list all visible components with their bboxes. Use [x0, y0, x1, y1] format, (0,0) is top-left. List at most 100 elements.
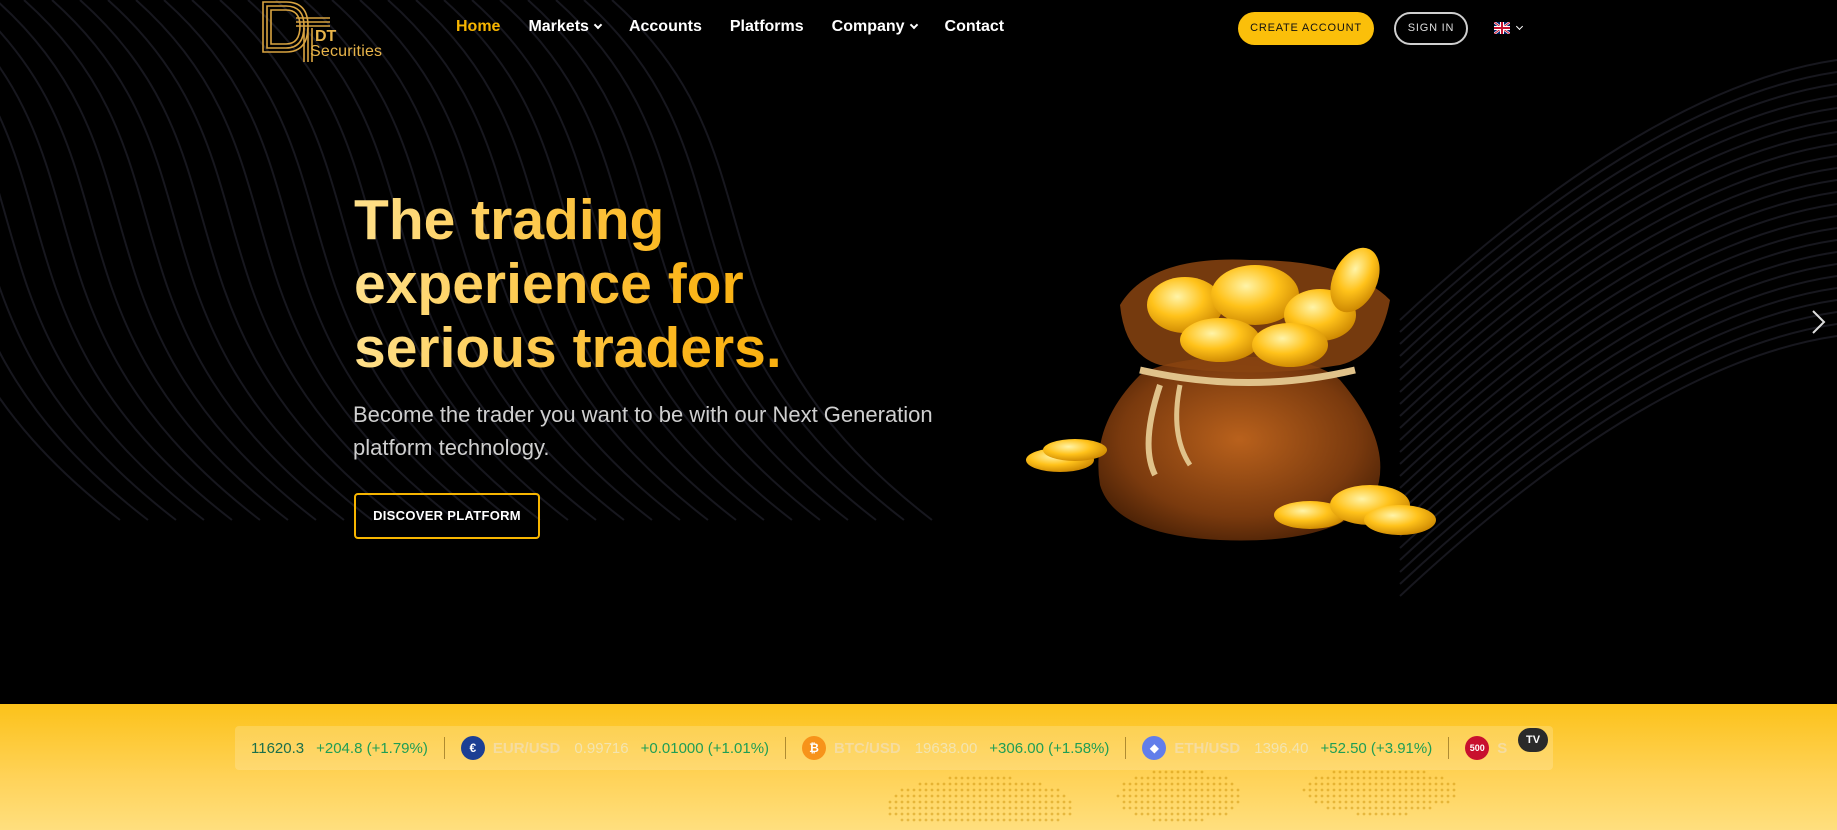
- nav-label: Markets: [528, 18, 589, 35]
- ticker-item[interactable]: ₿ BTC/USD 19638.00 +306.00 (+1.58%): [786, 726, 1125, 770]
- map-dot: [1404, 806, 1408, 810]
- map-dot: [1164, 770, 1168, 774]
- map-dot: [1338, 788, 1342, 792]
- map-dot: [1194, 818, 1198, 822]
- map-dot: [1122, 806, 1126, 810]
- nav-item-accounts[interactable]: Accounts: [629, 18, 702, 36]
- map-dot: [1146, 794, 1150, 798]
- nav-label: Accounts: [628, 18, 702, 35]
- map-dot: [1164, 806, 1168, 810]
- map-dot: [1140, 776, 1144, 780]
- map-dot: [990, 812, 994, 816]
- map-dot: [1032, 806, 1036, 810]
- map-dot: [1356, 782, 1360, 786]
- map-dot: [1338, 800, 1342, 804]
- map-dot: [1212, 788, 1216, 792]
- create-account-button[interactable]: CREATE ACCOUNT: [1238, 12, 1374, 45]
- map-dot: [942, 812, 946, 816]
- map-dot: [972, 794, 976, 798]
- map-dot: [1386, 770, 1390, 774]
- map-dot: [1308, 794, 1312, 798]
- map-dot: [1200, 776, 1204, 780]
- map-dot: [1152, 806, 1156, 810]
- map-dot: [1392, 782, 1396, 786]
- map-dot: [1362, 770, 1366, 774]
- tradingview-icon[interactable]: TV: [1518, 728, 1548, 752]
- map-dot: [1200, 794, 1204, 798]
- market-ticker[interactable]: 11620.3 +204.8 (+1.79%) € EUR/USD 0.9971…: [235, 726, 1553, 770]
- map-dot: [1428, 788, 1432, 792]
- ticker-item[interactable]: ◆ ETH/USD 1396.40 +52.50 (+3.91%): [1126, 726, 1448, 770]
- ticker-item[interactable]: 11620.3 +204.8 (+1.79%): [235, 726, 444, 770]
- ticker-change: +204.8 (+1.79%): [316, 739, 428, 757]
- map-dot: [1176, 794, 1180, 798]
- nav-label: Home: [456, 18, 501, 35]
- map-dot: [1176, 770, 1180, 774]
- map-dot: [1026, 788, 1030, 792]
- hero-headline: The trading experience for serious trade…: [354, 188, 914, 380]
- map-dot: [1224, 806, 1228, 810]
- sign-in-button[interactable]: SIGN IN: [1394, 12, 1468, 45]
- hero-section: [0, 0, 1837, 704]
- map-dot: [1212, 776, 1216, 780]
- map-dot: [972, 788, 976, 792]
- map-dot: [1236, 794, 1240, 798]
- map-dot: [1146, 806, 1150, 810]
- logo[interactable]: DT Securities: [260, 0, 400, 64]
- nav-item-platforms[interactable]: Platforms: [730, 18, 804, 36]
- map-dot: [1062, 800, 1066, 804]
- discover-platform-button[interactable]: DISCOVER PLATFORM: [354, 493, 540, 539]
- map-dot: [1164, 818, 1168, 822]
- map-dot: [918, 794, 922, 798]
- map-dot: [1038, 782, 1042, 786]
- nav-item-markets[interactable]: Markets: [528, 18, 603, 36]
- map-dot: [1152, 782, 1156, 786]
- map-dot: [900, 800, 904, 804]
- map-dot: [1050, 806, 1054, 810]
- wave-line: [23, 0, 345, 521]
- map-dot: [1326, 794, 1330, 798]
- map-dot: [1434, 776, 1438, 780]
- map-dot: [960, 818, 964, 822]
- wave-line: [79, 0, 401, 521]
- map-dot: [948, 782, 952, 786]
- map-dot: [954, 788, 958, 792]
- map-dot: [1422, 782, 1426, 786]
- map-dot: [960, 794, 964, 798]
- language-selector[interactable]: [1494, 22, 1524, 34]
- map-dot: [930, 794, 934, 798]
- map-dot: [1140, 788, 1144, 792]
- map-dot: [924, 794, 928, 798]
- nav-item-contact[interactable]: Contact: [945, 18, 1005, 36]
- ticker-item[interactable]: € EUR/USD 0.99716 +0.01000 (+1.01%): [445, 726, 785, 770]
- map-dot: [978, 812, 982, 816]
- nav-item-company[interactable]: Company: [832, 18, 918, 36]
- map-dot: [984, 776, 988, 780]
- chevron-right-icon[interactable]: [1808, 308, 1830, 336]
- nav-item-home[interactable]: Home: [456, 18, 500, 36]
- map-dot: [1062, 794, 1066, 798]
- map-dot: [1176, 806, 1180, 810]
- map-dot: [1188, 800, 1192, 804]
- map-dot: [1356, 770, 1360, 774]
- map-dot: [1404, 782, 1408, 786]
- map-dot: [900, 818, 904, 822]
- map-dot: [1302, 788, 1306, 792]
- map-dot: [1386, 812, 1390, 816]
- map-dot: [1398, 812, 1402, 816]
- map-dot: [966, 776, 970, 780]
- map-dot: [1002, 812, 1006, 816]
- map-dot: [1314, 776, 1318, 780]
- map-dot: [1434, 782, 1438, 786]
- map-dot: [936, 782, 940, 786]
- map-dot: [1128, 788, 1132, 792]
- map-dot: [1068, 806, 1072, 810]
- map-dot: [1326, 782, 1330, 786]
- map-dot: [1332, 806, 1336, 810]
- map-dot: [1212, 794, 1216, 798]
- map-dot: [1200, 812, 1204, 816]
- map-dot: [1140, 806, 1144, 810]
- map-dot: [1332, 788, 1336, 792]
- map-dot: [1230, 806, 1234, 810]
- map-dot: [1164, 794, 1168, 798]
